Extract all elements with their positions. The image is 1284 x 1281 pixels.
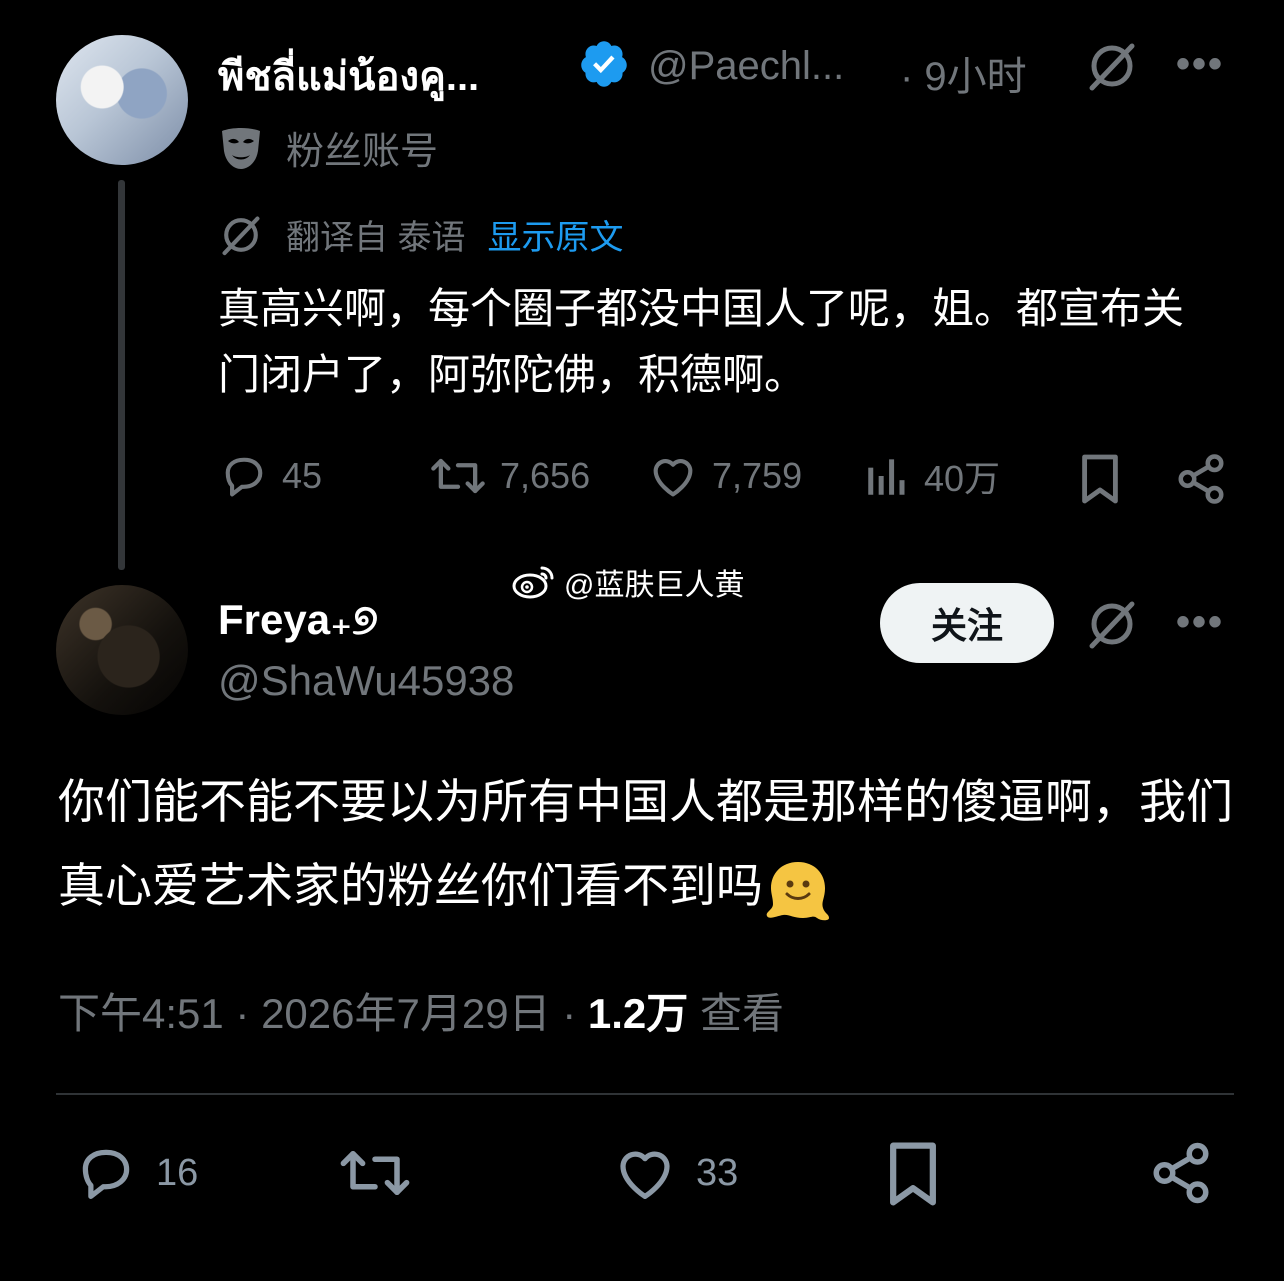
grok-icon[interactable] — [1084, 596, 1140, 652]
reply-icon — [218, 450, 270, 502]
author-handle[interactable]: @Paechl... — [648, 44, 844, 89]
repost-count: 7,656 — [500, 455, 591, 496]
heart-icon — [646, 450, 700, 502]
views-label: 查看 — [688, 990, 784, 1037]
grok-icon[interactable] — [1084, 38, 1140, 94]
reply-count: 16 — [156, 1151, 199, 1194]
tweet-meta: 下午4:51 · 2026年7月29日 · 1.2万 查看 — [58, 980, 784, 1041]
share-button[interactable] — [1148, 1140, 1214, 1206]
melting-face-emoji-icon — [763, 858, 833, 922]
thread-line — [118, 180, 125, 570]
repost-button[interactable]: 7,656 — [428, 450, 590, 502]
mask-icon — [218, 125, 264, 171]
share-icon — [1174, 452, 1228, 506]
share-icon — [1148, 1140, 1214, 1206]
like-button[interactable]: 33 — [610, 1140, 738, 1206]
translation-notice: 翻译自 泰语 显示原文 — [218, 210, 623, 259]
reply-count: 45 — [282, 455, 323, 496]
display-name[interactable]: Freya₊୭ — [218, 595, 378, 645]
tweet-text-container: 你们能不能不要以为所有中国人都是那样的傻逼啊，我们真心爱艺术家的粉丝你们看不到吗 — [58, 760, 1248, 928]
view-count: 1.2万 — [587, 990, 689, 1037]
author-handle[interactable]: @ShaWu45938 — [218, 657, 514, 705]
repost-icon — [336, 1140, 414, 1206]
tweet-text: 真高兴啊，每个圈子都没中国人了呢，姐。都宣布关门闭户了，阿弥陀佛，积德啊。 — [218, 285, 1185, 398]
divider — [56, 1093, 1234, 1095]
weibo-logo-icon — [512, 564, 556, 600]
reply-icon — [72, 1140, 140, 1206]
more-options-icon[interactable]: ••• — [1176, 42, 1224, 87]
display-name[interactable]: พีชลี่แม่น้องคู... — [218, 44, 479, 108]
views-button[interactable]: 40万 — [862, 450, 1000, 502]
watermark: @蓝肤巨人黄 — [512, 560, 744, 604]
like-button[interactable]: 7,759 — [646, 450, 802, 502]
verified-badge-icon — [578, 38, 630, 90]
reply-button[interactable]: 16 — [72, 1140, 198, 1206]
bookmark-icon — [1078, 452, 1122, 506]
show-original-link[interactable]: 显示原文 — [487, 210, 623, 259]
view-count: 40万 — [924, 458, 1001, 499]
fan-account-label: 粉丝账号 — [218, 120, 438, 175]
like-count: 7,759 — [712, 455, 803, 496]
bookmark-button[interactable] — [1078, 452, 1122, 506]
like-count: 33 — [696, 1151, 739, 1194]
avatar[interactable] — [56, 585, 188, 715]
bookmark-button[interactable] — [884, 1140, 942, 1208]
follow-button[interactable]: 关注 — [880, 583, 1054, 663]
reply-button[interactable]: 45 — [218, 450, 322, 502]
timestamp[interactable]: · 9小时 — [900, 44, 1027, 102]
repost-button[interactable] — [336, 1140, 414, 1206]
avatar[interactable] — [56, 35, 188, 165]
timestamp[interactable]: 下午4:51 · 2026年7月29日 · — [58, 990, 588, 1037]
more-options-icon[interactable]: ••• — [1176, 600, 1224, 645]
tweet-text: 你们能不能不要以为所有中国人都是那样的傻逼啊，我们真心爱艺术家的粉丝你们看不到吗 — [58, 775, 1233, 912]
repost-icon — [428, 450, 488, 502]
translated-from-label: 翻译自 泰语 — [286, 219, 466, 257]
grok-icon — [218, 212, 264, 258]
analytics-icon — [862, 450, 912, 502]
share-button[interactable] — [1174, 452, 1228, 506]
heart-icon — [610, 1140, 680, 1206]
watermark-text: @蓝肤巨人黄 — [564, 569, 745, 602]
bookmark-icon — [884, 1140, 942, 1208]
